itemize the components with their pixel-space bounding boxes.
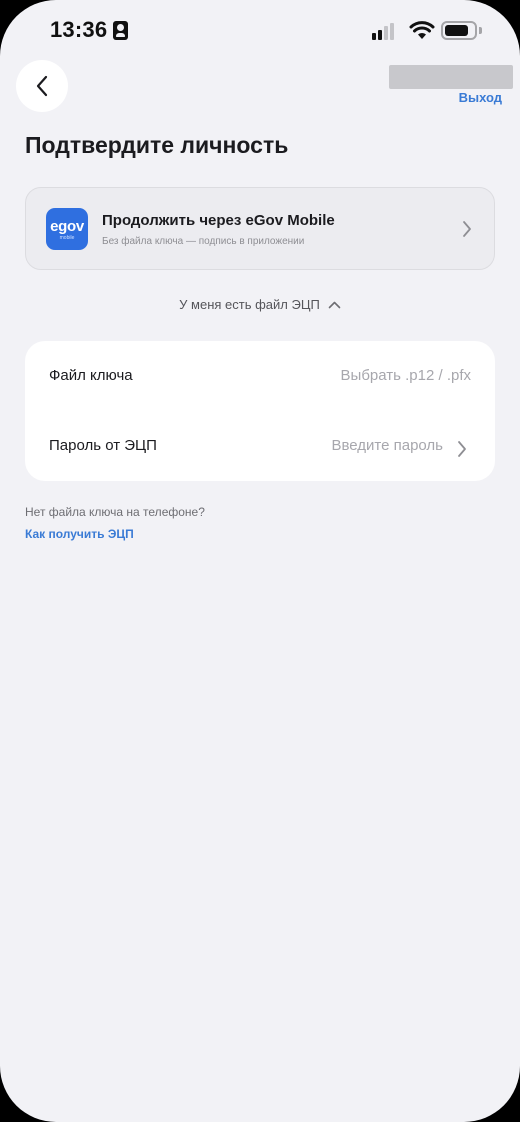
battery-icon [441,21,477,40]
chevron-right-icon [458,441,466,457]
ecp-file-toggle-label: У меня есть файл ЭЦП [179,297,320,312]
key-file-form: Файл ключа Выбрать .p12 / .pfx Пароль от… [25,341,495,481]
password-field[interactable]: Введите пароль [331,437,443,454]
key-file-label: Файл ключа [49,367,133,384]
egov-logo: egov mobile [46,208,88,250]
logout-link[interactable]: Выход [459,90,502,105]
egov-option-title: Продолжить через eGov Mobile [102,212,335,229]
wifi-icon [409,21,435,39]
id-card-icon [113,21,128,40]
chevron-left-icon [36,75,48,97]
page-title: Подтвердите личность [25,132,289,158]
egov-mobile-option[interactable]: egov mobile Продолжить через eGov Mobile… [25,187,495,270]
key-file-picker[interactable]: Выбрать .p12 / .pfx [341,367,471,384]
status-time: 13:36 [50,17,108,42]
phone-screen: 13:36 Выход Подтвердите личность egov mo… [0,0,520,1122]
ecp-file-toggle[interactable]: У меня есть файл ЭЦП [0,297,520,312]
password-label: Пароль от ЭЦП [49,437,157,454]
battery-cap [479,27,482,34]
chevron-right-icon [463,221,471,237]
no-key-question: Нет файла ключа на телефоне? [25,505,205,519]
key-file-row[interactable]: Файл ключа Выбрать .p12 / .pfx [25,341,495,411]
status-bar: 13:36 [0,0,520,62]
egov-option-subtitle: Без файла ключа — подпись в приложении [102,236,305,247]
cellular-signal-icon [372,22,400,40]
how-to-get-ecp-link[interactable]: Как получить ЭЦП [25,527,134,541]
chevron-up-icon [328,301,341,308]
back-button[interactable] [16,60,68,112]
password-row[interactable]: Пароль от ЭЦП Введите пароль [25,411,495,481]
redacted-user-info [389,65,513,89]
